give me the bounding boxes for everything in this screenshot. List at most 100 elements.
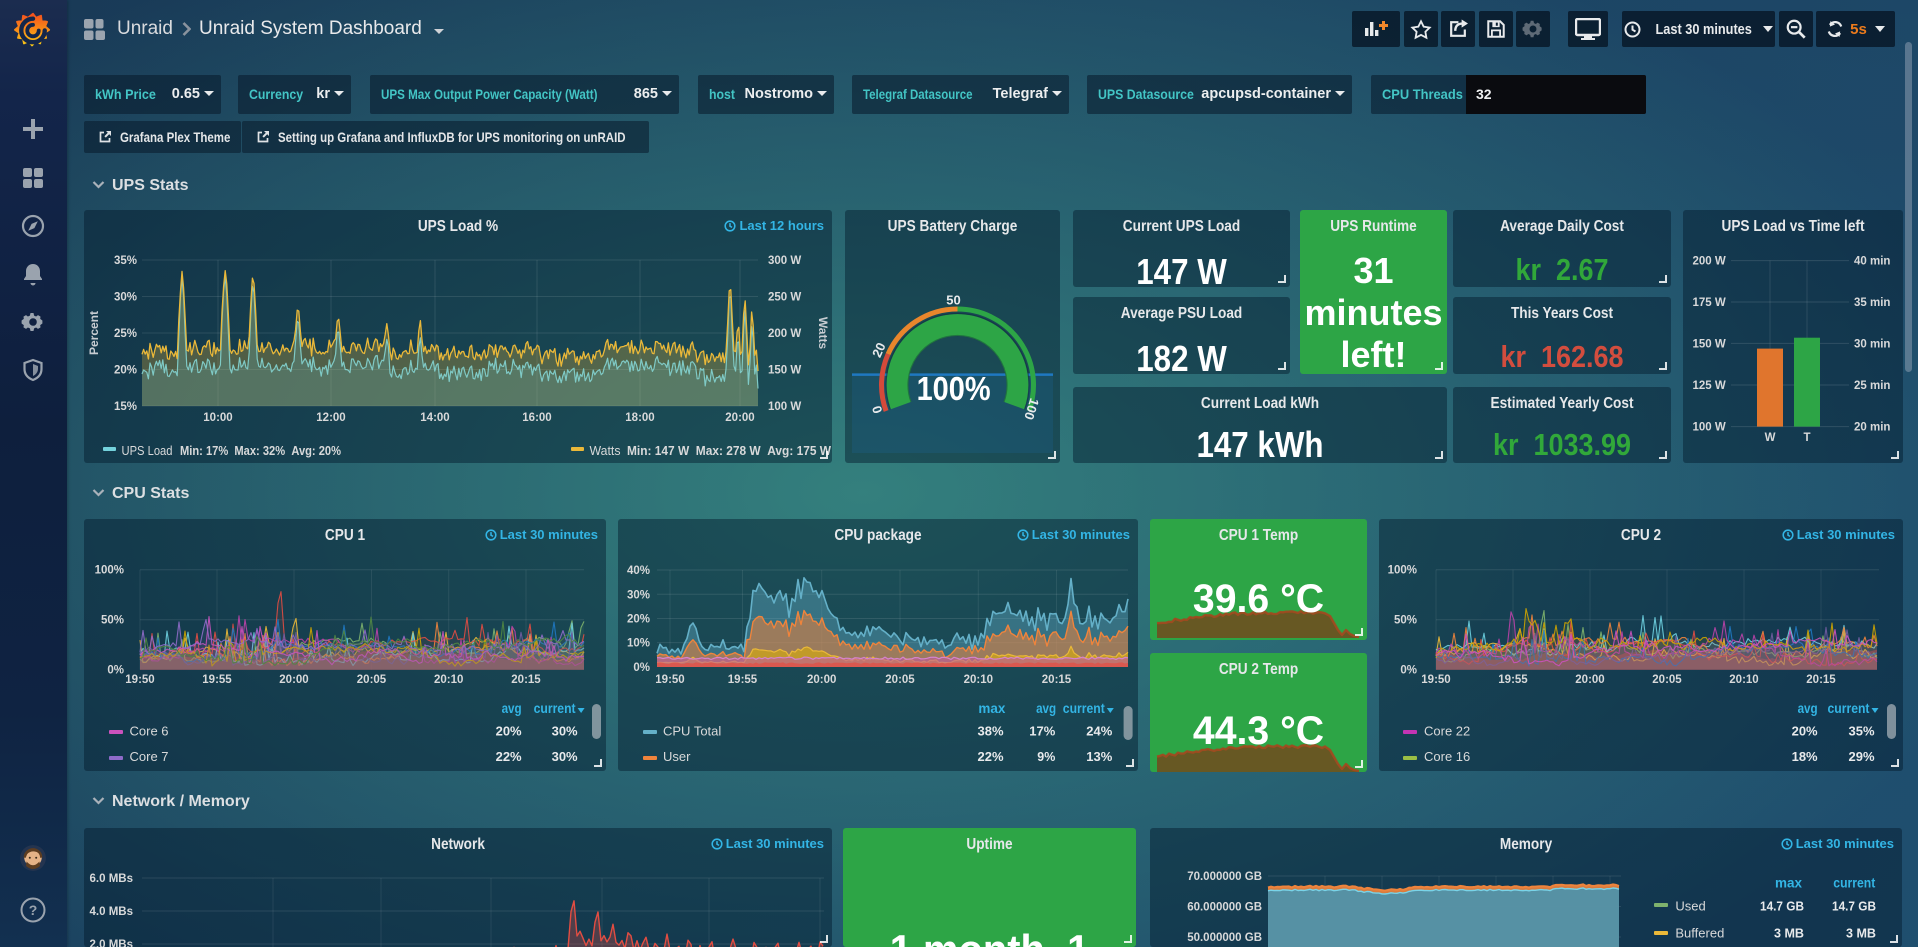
svg-text:20:05: 20:05 — [357, 674, 387, 686]
svg-text:9%: 9% — [1037, 749, 1055, 764]
svg-text:60.000000 GB: 60.000000 GB — [1187, 902, 1262, 914]
svg-text:30%: 30% — [552, 724, 578, 739]
svg-text:30%: 30% — [552, 749, 578, 764]
svg-text:20:10: 20:10 — [1729, 674, 1758, 686]
svg-text:3 MB: 3 MB — [1846, 926, 1876, 941]
svg-text:20:10: 20:10 — [964, 674, 993, 686]
svg-text:38%: 38% — [978, 724, 1004, 739]
svg-text:13%: 13% — [1086, 749, 1112, 764]
svg-text:30 min: 30 min — [1854, 338, 1890, 350]
svg-text:0%: 0% — [633, 662, 650, 674]
svg-text:20:10: 20:10 — [434, 674, 463, 686]
svg-text:3 MB: 3 MB — [1774, 926, 1804, 941]
svg-text:Used: Used — [1675, 899, 1705, 914]
svg-text:20:05: 20:05 — [885, 674, 915, 686]
svg-text:20%: 20% — [627, 614, 650, 626]
svg-text:20%: 20% — [114, 365, 137, 377]
svg-text:Core 7: Core 7 — [130, 749, 169, 764]
svg-text:150 W: 150 W — [768, 365, 801, 377]
svg-text:avg: avg — [1798, 701, 1818, 716]
svg-text:18:00: 18:00 — [625, 412, 654, 424]
svg-text:50: 50 — [946, 292, 960, 307]
svg-text:100%: 100% — [1388, 565, 1417, 577]
svg-text:Core 22: Core 22 — [1424, 724, 1470, 739]
svg-text:25%: 25% — [114, 328, 137, 340]
svg-text:Watts: Watts — [816, 317, 830, 350]
svg-text:35%: 35% — [1849, 724, 1875, 739]
svg-text:19:55: 19:55 — [728, 674, 758, 686]
svg-text:35%: 35% — [114, 255, 137, 267]
svg-text:20:00: 20:00 — [725, 412, 754, 424]
svg-text:current: current — [1828, 701, 1870, 716]
svg-text:19:50: 19:50 — [125, 674, 154, 686]
svg-text:20:15: 20:15 — [511, 674, 541, 686]
svg-text:12:00: 12:00 — [316, 412, 345, 424]
svg-text:200 W: 200 W — [768, 328, 801, 340]
svg-text:200 W: 200 W — [1692, 256, 1725, 268]
svg-text:50.000000 GB: 50.000000 GB — [1187, 932, 1262, 944]
svg-text:40%: 40% — [627, 565, 650, 577]
svg-text:35 min: 35 min — [1854, 297, 1890, 309]
svg-text:current: current — [1063, 701, 1105, 716]
svg-text:User: User — [663, 749, 691, 764]
svg-text:20:15: 20:15 — [1042, 674, 1072, 686]
svg-text:19:55: 19:55 — [1498, 674, 1528, 686]
svg-text:19:50: 19:50 — [655, 674, 684, 686]
svg-text:50%: 50% — [1394, 615, 1417, 627]
svg-text:50%: 50% — [101, 615, 124, 627]
svg-text:W: W — [1765, 432, 1776, 444]
svg-text:70.000000 GB: 70.000000 GB — [1187, 871, 1262, 883]
svg-text:30%: 30% — [114, 292, 137, 304]
svg-text:150 W: 150 W — [1692, 338, 1725, 350]
svg-text:Core 6: Core 6 — [130, 724, 169, 739]
svg-text:avg: avg — [1036, 701, 1056, 716]
svg-text:100%: 100% — [95, 565, 124, 577]
svg-text:14.7 GB: 14.7 GB — [1832, 899, 1876, 914]
svg-text:250 W: 250 W — [768, 292, 801, 304]
svg-text:T: T — [1803, 432, 1810, 444]
svg-text:18%: 18% — [1792, 749, 1818, 764]
svg-text:20:00: 20:00 — [279, 674, 308, 686]
svg-text:0%: 0% — [1400, 665, 1417, 677]
svg-text:25 min: 25 min — [1854, 380, 1890, 392]
svg-text:Core 16: Core 16 — [1424, 749, 1470, 764]
svg-text:current: current — [534, 701, 576, 716]
svg-text:max: max — [1775, 876, 1802, 891]
svg-text:Buffered: Buffered — [1675, 926, 1724, 941]
svg-text:10%: 10% — [627, 638, 650, 650]
svg-text:Percent: Percent — [87, 311, 101, 355]
svg-text:17%: 17% — [1029, 724, 1055, 739]
svg-text:15%: 15% — [114, 401, 137, 413]
svg-text:6.0 MBs: 6.0 MBs — [90, 873, 133, 885]
svg-text:22%: 22% — [978, 749, 1004, 764]
svg-text:avg: avg — [502, 701, 522, 716]
svg-text:20:00: 20:00 — [1575, 674, 1604, 686]
svg-text:current: current — [1833, 876, 1875, 891]
svg-text:100%: 100% — [917, 370, 991, 407]
svg-text:4.0 MBs: 4.0 MBs — [90, 906, 133, 918]
svg-text:CPU Total: CPU Total — [663, 724, 721, 739]
svg-text:20:00: 20:00 — [807, 674, 836, 686]
svg-text:2.0 MBs: 2.0 MBs — [90, 939, 133, 947]
svg-text:?: ? — [29, 902, 38, 918]
svg-text:300 W: 300 W — [768, 255, 801, 267]
svg-text:0%: 0% — [107, 665, 124, 677]
svg-text:Min: 147 W Max: 278 W Avg: 1: Min: 147 W Max: 278 W Avg: 175 W — [627, 443, 832, 458]
svg-text:100 W: 100 W — [1692, 422, 1725, 434]
svg-text:20%: 20% — [1792, 724, 1818, 739]
svg-text:14.7 GB: 14.7 GB — [1760, 899, 1804, 914]
svg-text:20:15: 20:15 — [1806, 674, 1836, 686]
svg-text:max: max — [978, 701, 1005, 716]
svg-text:20 min: 20 min — [1854, 422, 1890, 434]
svg-text:19:50: 19:50 — [1421, 674, 1450, 686]
svg-text:100 W: 100 W — [768, 401, 801, 413]
svg-text:Min: 17% Max: 32% Avg: 20%: Min: 17% Max: 32% Avg: 20% — [180, 443, 341, 458]
svg-text:22%: 22% — [496, 749, 522, 764]
svg-text:30%: 30% — [627, 589, 650, 601]
svg-text:20:05: 20:05 — [1652, 674, 1682, 686]
svg-text:16:00: 16:00 — [522, 412, 551, 424]
svg-text:29%: 29% — [1849, 749, 1875, 764]
svg-text:24%: 24% — [1086, 724, 1112, 739]
svg-text:UPS Load: UPS Load — [122, 443, 173, 458]
svg-text:175 W: 175 W — [1692, 297, 1725, 309]
